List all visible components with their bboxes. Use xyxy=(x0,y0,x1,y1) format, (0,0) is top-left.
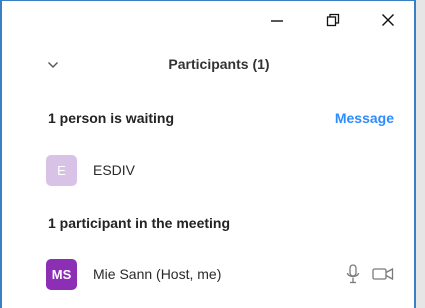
microphone-icon xyxy=(346,264,360,284)
meeting-section-title: 1 participant in the meeting xyxy=(48,215,231,231)
participants-window: Participants (1) 1 person is waiting Mes… xyxy=(0,0,416,308)
waiting-section-header: 1 person is waiting Message xyxy=(48,107,394,129)
restore-icon xyxy=(326,13,340,27)
participant-list-item[interactable]: MS Mie Sann (Host, me) xyxy=(46,258,394,290)
video-camera-icon xyxy=(372,267,394,281)
message-button[interactable]: Message xyxy=(335,110,394,126)
avatar: E xyxy=(46,154,77,186)
participant-name: Mie Sann (Host, me) xyxy=(93,266,222,282)
minimize-icon xyxy=(271,20,283,22)
title-bar xyxy=(2,1,414,39)
close-button[interactable] xyxy=(375,7,401,33)
mute-toggle[interactable] xyxy=(346,264,360,284)
waiting-section-title: 1 person is waiting xyxy=(48,110,175,126)
minimize-button[interactable] xyxy=(264,7,290,33)
meeting-section-header: 1 participant in the meeting xyxy=(48,212,394,234)
panel-title: Participants (1) xyxy=(168,56,270,72)
waiting-list-item[interactable]: E ESDIV xyxy=(46,154,394,186)
participant-name: ESDIV xyxy=(93,162,136,178)
window-edge xyxy=(416,0,425,308)
close-icon xyxy=(382,14,394,26)
restore-button[interactable] xyxy=(320,7,346,33)
participant-media-controls xyxy=(346,264,394,284)
avatar: MS xyxy=(46,258,77,290)
video-toggle[interactable] xyxy=(372,267,394,281)
panel-header: Participants (1) xyxy=(2,50,414,80)
